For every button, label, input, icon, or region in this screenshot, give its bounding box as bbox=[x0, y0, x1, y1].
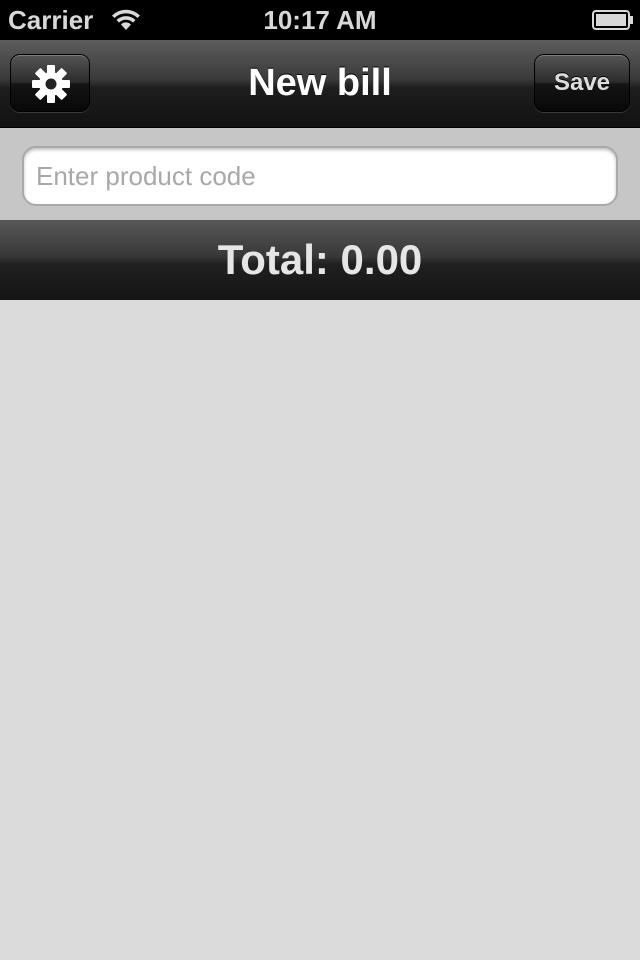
bill-items-list bbox=[0, 300, 640, 960]
product-code-area bbox=[0, 128, 640, 220]
settings-button[interactable] bbox=[10, 54, 90, 112]
gear-icon bbox=[32, 65, 70, 103]
battery-icon bbox=[592, 10, 633, 30]
save-button[interactable]: Save bbox=[534, 54, 630, 112]
product-code-input[interactable] bbox=[22, 146, 618, 206]
navigation-bar: New bill Save bbox=[0, 40, 640, 128]
status-bar: Carrier 10:17 AM bbox=[0, 0, 640, 40]
page-title: New bill bbox=[248, 62, 392, 104]
status-time: 10:17 AM bbox=[263, 5, 377, 35]
total-bar: Total: 0.00 bbox=[0, 220, 640, 300]
